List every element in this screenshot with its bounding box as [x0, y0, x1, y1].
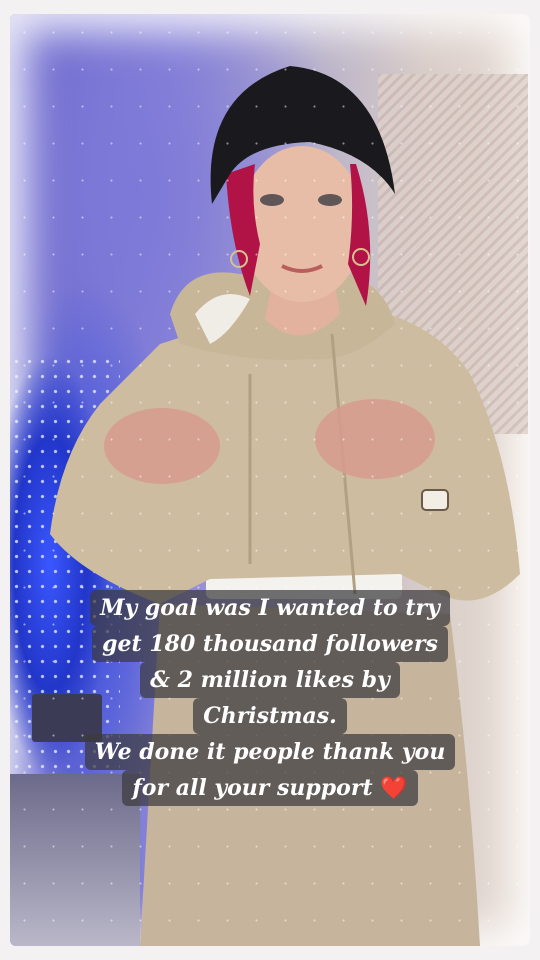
heart-emoji-icon: ❤️ — [380, 775, 408, 801]
photo-frame — [10, 14, 530, 946]
caption-line-6: for all your support ❤️ — [122, 770, 418, 806]
caption-overlay: My goal was I wanted to try get 180 thou… — [0, 590, 540, 806]
caption-line-1: My goal was I wanted to try — [90, 590, 450, 626]
caption-line-4: Christmas. — [193, 698, 347, 734]
caption-line-5: We done it people thank you — [84, 734, 456, 770]
woman-in-beige-tracksuit — [50, 66, 520, 946]
caption-line-2: get 180 thousand followers — [92, 626, 448, 662]
caption-line-6-text: for all your support — [132, 775, 373, 801]
caption-line-3: & 2 million likes by — [140, 662, 400, 698]
